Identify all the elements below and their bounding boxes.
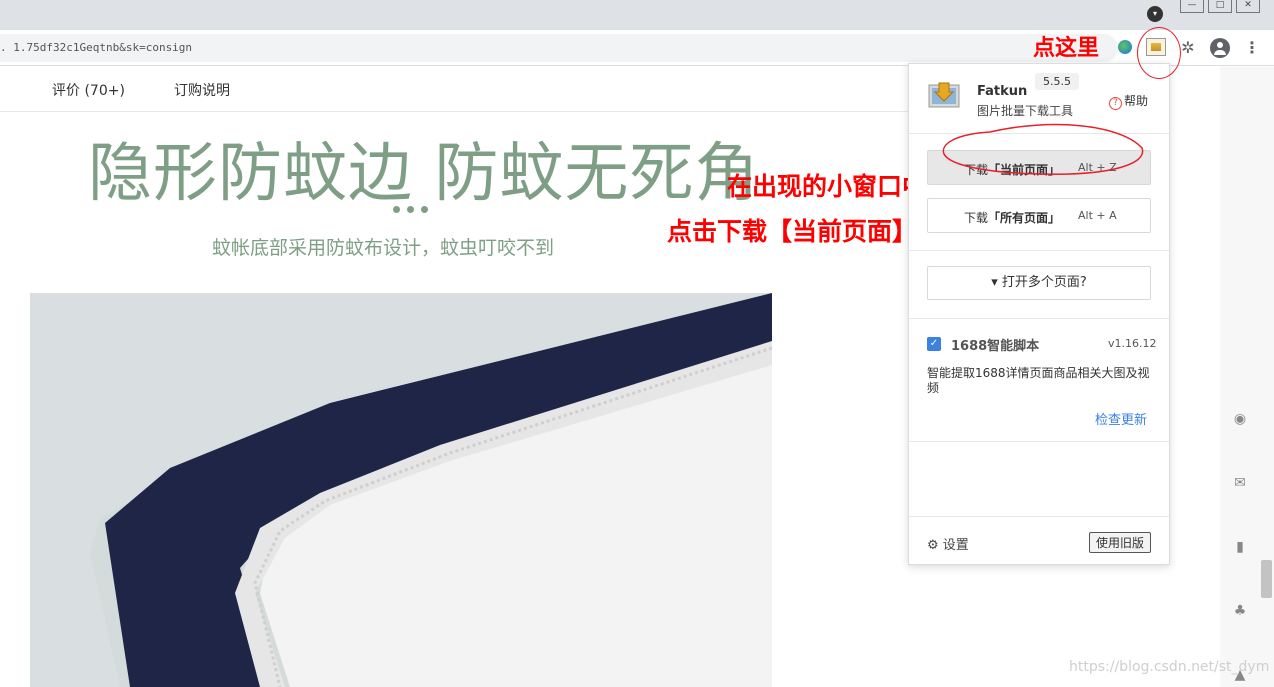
watermark: https://blog.csdn.net/st_dym [1069,659,1270,675]
settings-link[interactable]: ⚙ 设置 [927,534,969,553]
globe-extension-icon[interactable] [1118,40,1132,54]
label-prefix: 下载 [964,211,989,225]
gear-icon: ⚙ [927,538,943,553]
app-name: Fatkun [977,84,1028,99]
decorative-dots [393,206,428,213]
divider [909,516,1169,517]
open-multiple-pages-button[interactable]: ▾ 打开多个页面? [927,266,1151,300]
script-enabled-checkbox[interactable]: ✓ [927,337,941,351]
dot [393,206,400,213]
annotation-line2: 点击下载【当前页面】 [667,217,918,246]
help-icon: ? [1109,97,1122,110]
script-description: 智能提取1688详情页面商品相关大图及视频 [927,366,1150,395]
mail-icon[interactable]: ✉ [1232,475,1248,491]
footprint-icon[interactable]: ♣ [1232,603,1248,619]
script-name: 1688智能脚本 [951,339,1040,354]
product-subheadline: 蚊帐底部采用防蚊布设计，蚊虫叮咬不到 [212,237,555,259]
tab-order-notes[interactable]: 订购说明 [174,80,230,100]
product-headline: 隐形防蚊边 防蚊无死角 [88,137,760,211]
mosquito-net-image [30,293,772,687]
dot [421,206,428,213]
open-multiple-label: 打开多个页面? [1001,275,1087,290]
divider [909,250,1169,251]
scrollbar-thumb[interactable] [1261,560,1272,598]
window-controls: — □ ✕ [1180,0,1260,13]
tab-reviews[interactable]: 评价 (70+) [52,80,125,100]
annotation-scribble [942,123,1144,175]
check-update-link[interactable]: 检查更新 [1095,409,1147,428]
profile-avatar-icon[interactable] [1210,38,1230,58]
right-sidebar: ◉ ✉ ▮ ♣ ▲ [1220,67,1274,687]
fatkun-app-icon [928,82,960,108]
annotation-click-here: 点这里 [1033,36,1100,61]
app-subtitle: 图片批量下载工具 [977,104,1074,118]
support-icon[interactable]: ◉ [1232,411,1248,427]
url-text[interactable]: . 1.75df32c1Geqtnb&sk=consign [0,41,192,54]
divider [909,318,1169,319]
product-photo [30,293,772,687]
tab-search-button[interactable]: ▾ [1147,6,1163,22]
browser-titlebar: ▾ — □ ✕ [0,0,1274,30]
help-label: 帮助 [1124,94,1149,108]
script-version: v1.16.12 [1108,337,1157,350]
dot [407,206,414,213]
bookmark-icon[interactable]: ▮ [1232,539,1248,555]
divider [909,441,1169,442]
version-tooltip: 5.5.5 [1035,73,1079,90]
button-label: 下载「所有页面」 [964,209,1060,226]
annotation-circle [1137,27,1181,79]
shortcut-label: Alt + A [1078,209,1117,222]
extensions-puzzle-icon[interactable]: ✲ [1179,39,1197,57]
product-subnav: 评价 (70+) 订购说明 [0,67,910,112]
restore-button[interactable]: □ [1208,0,1232,13]
settings-label: 设置 [942,538,969,553]
caret-down-icon: ▾ [991,275,1002,290]
browser-menu-icon[interactable]: ⋮ [1244,39,1260,57]
use-old-version-button[interactable]: 使用旧版 [1089,532,1152,553]
help-link[interactable]: ? 帮助 [1109,92,1148,110]
annotation-line1: 在出现的小窗口中 [727,172,928,201]
download-all-pages-button[interactable]: 下载「所有页面」 Alt + A [927,198,1151,233]
address-bar[interactable]: . 1.75df32c1Geqtnb&sk=consign [0,34,1118,62]
close-button[interactable]: ✕ [1236,0,1260,13]
label-bold: 「所有页面」 [988,211,1061,225]
minimize-button[interactable]: — [1180,0,1204,13]
